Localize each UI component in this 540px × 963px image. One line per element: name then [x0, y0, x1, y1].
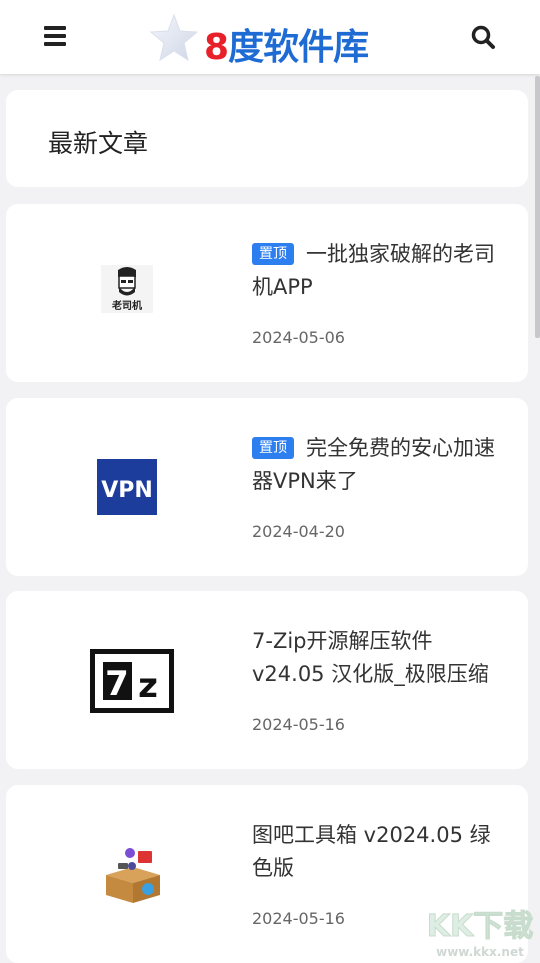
- kkx-watermark: KK下载 www.kkx.net: [426, 909, 534, 960]
- article-card[interactable]: 7 z 7-Zip开源解压软件 v24.05 汉化版_极限压缩 2024-05-…: [6, 591, 528, 769]
- laosiji-app-thumbnail: 老司机: [101, 265, 153, 313]
- thumb-label: VPN: [101, 478, 153, 503]
- pinned-badge: 置顶: [252, 243, 294, 265]
- article-date: 2024-05-16: [252, 909, 345, 928]
- article-date: 2024-05-16: [252, 715, 345, 734]
- logo-chinese-text: 度软件库: [228, 27, 369, 68]
- article-title[interactable]: 置顶 一批独家破解的老司机APP: [252, 238, 504, 304]
- article-title[interactable]: 置顶 完全免费的安心加速器VPN来了: [252, 432, 504, 498]
- site-logo[interactable]: 8度软件库: [148, 12, 388, 68]
- article-card[interactable]: 老司机 置顶 一批独家破解的老司机APP 2024-05-06: [6, 204, 528, 382]
- section-title: 最新文章: [48, 129, 149, 158]
- star-logo-icon: [149, 13, 199, 62]
- article-date: 2024-04-20: [252, 522, 345, 541]
- top-header: 8度软件库: [0, 0, 540, 74]
- article-title-text[interactable]: 图吧工具箱 v2024.05 绿色版: [252, 823, 491, 880]
- tuba-toolbox-thumbnail: [106, 848, 160, 903]
- menu-icon[interactable]: [44, 26, 66, 46]
- watermark-sub: www.kkx.net: [436, 945, 524, 959]
- page-scrollbar[interactable]: [535, 76, 540, 338]
- article-title[interactable]: 7-Zip开源解压软件 v24.05 汉化版_极限压缩: [252, 625, 504, 691]
- watermark-main: KK下载: [427, 909, 534, 944]
- article-date: 2024-05-06: [252, 328, 345, 347]
- thumb-label: 老司机: [111, 299, 142, 312]
- 7zip-thumbnail: 7 z: [90, 649, 174, 713]
- logo-number: 8: [204, 27, 229, 68]
- article-card[interactable]: VPN 置顶 完全免费的安心加速器VPN来了 2024-04-20: [6, 398, 528, 576]
- svg-text:z: z: [138, 666, 158, 706]
- svg-text:7: 7: [105, 664, 129, 704]
- search-icon[interactable]: [470, 24, 496, 50]
- article-title[interactable]: 图吧工具箱 v2024.05 绿色版: [252, 819, 504, 885]
- pinned-badge: 置顶: [252, 437, 294, 459]
- article-title-text[interactable]: 7-Zip开源解压软件 v24.05 汉化版_极限压缩: [252, 629, 489, 686]
- latest-articles-section: 最新文章: [6, 90, 528, 187]
- vpn-thumbnail: VPN: [97, 459, 157, 515]
- logo-text: 8度软件库: [204, 18, 369, 70]
